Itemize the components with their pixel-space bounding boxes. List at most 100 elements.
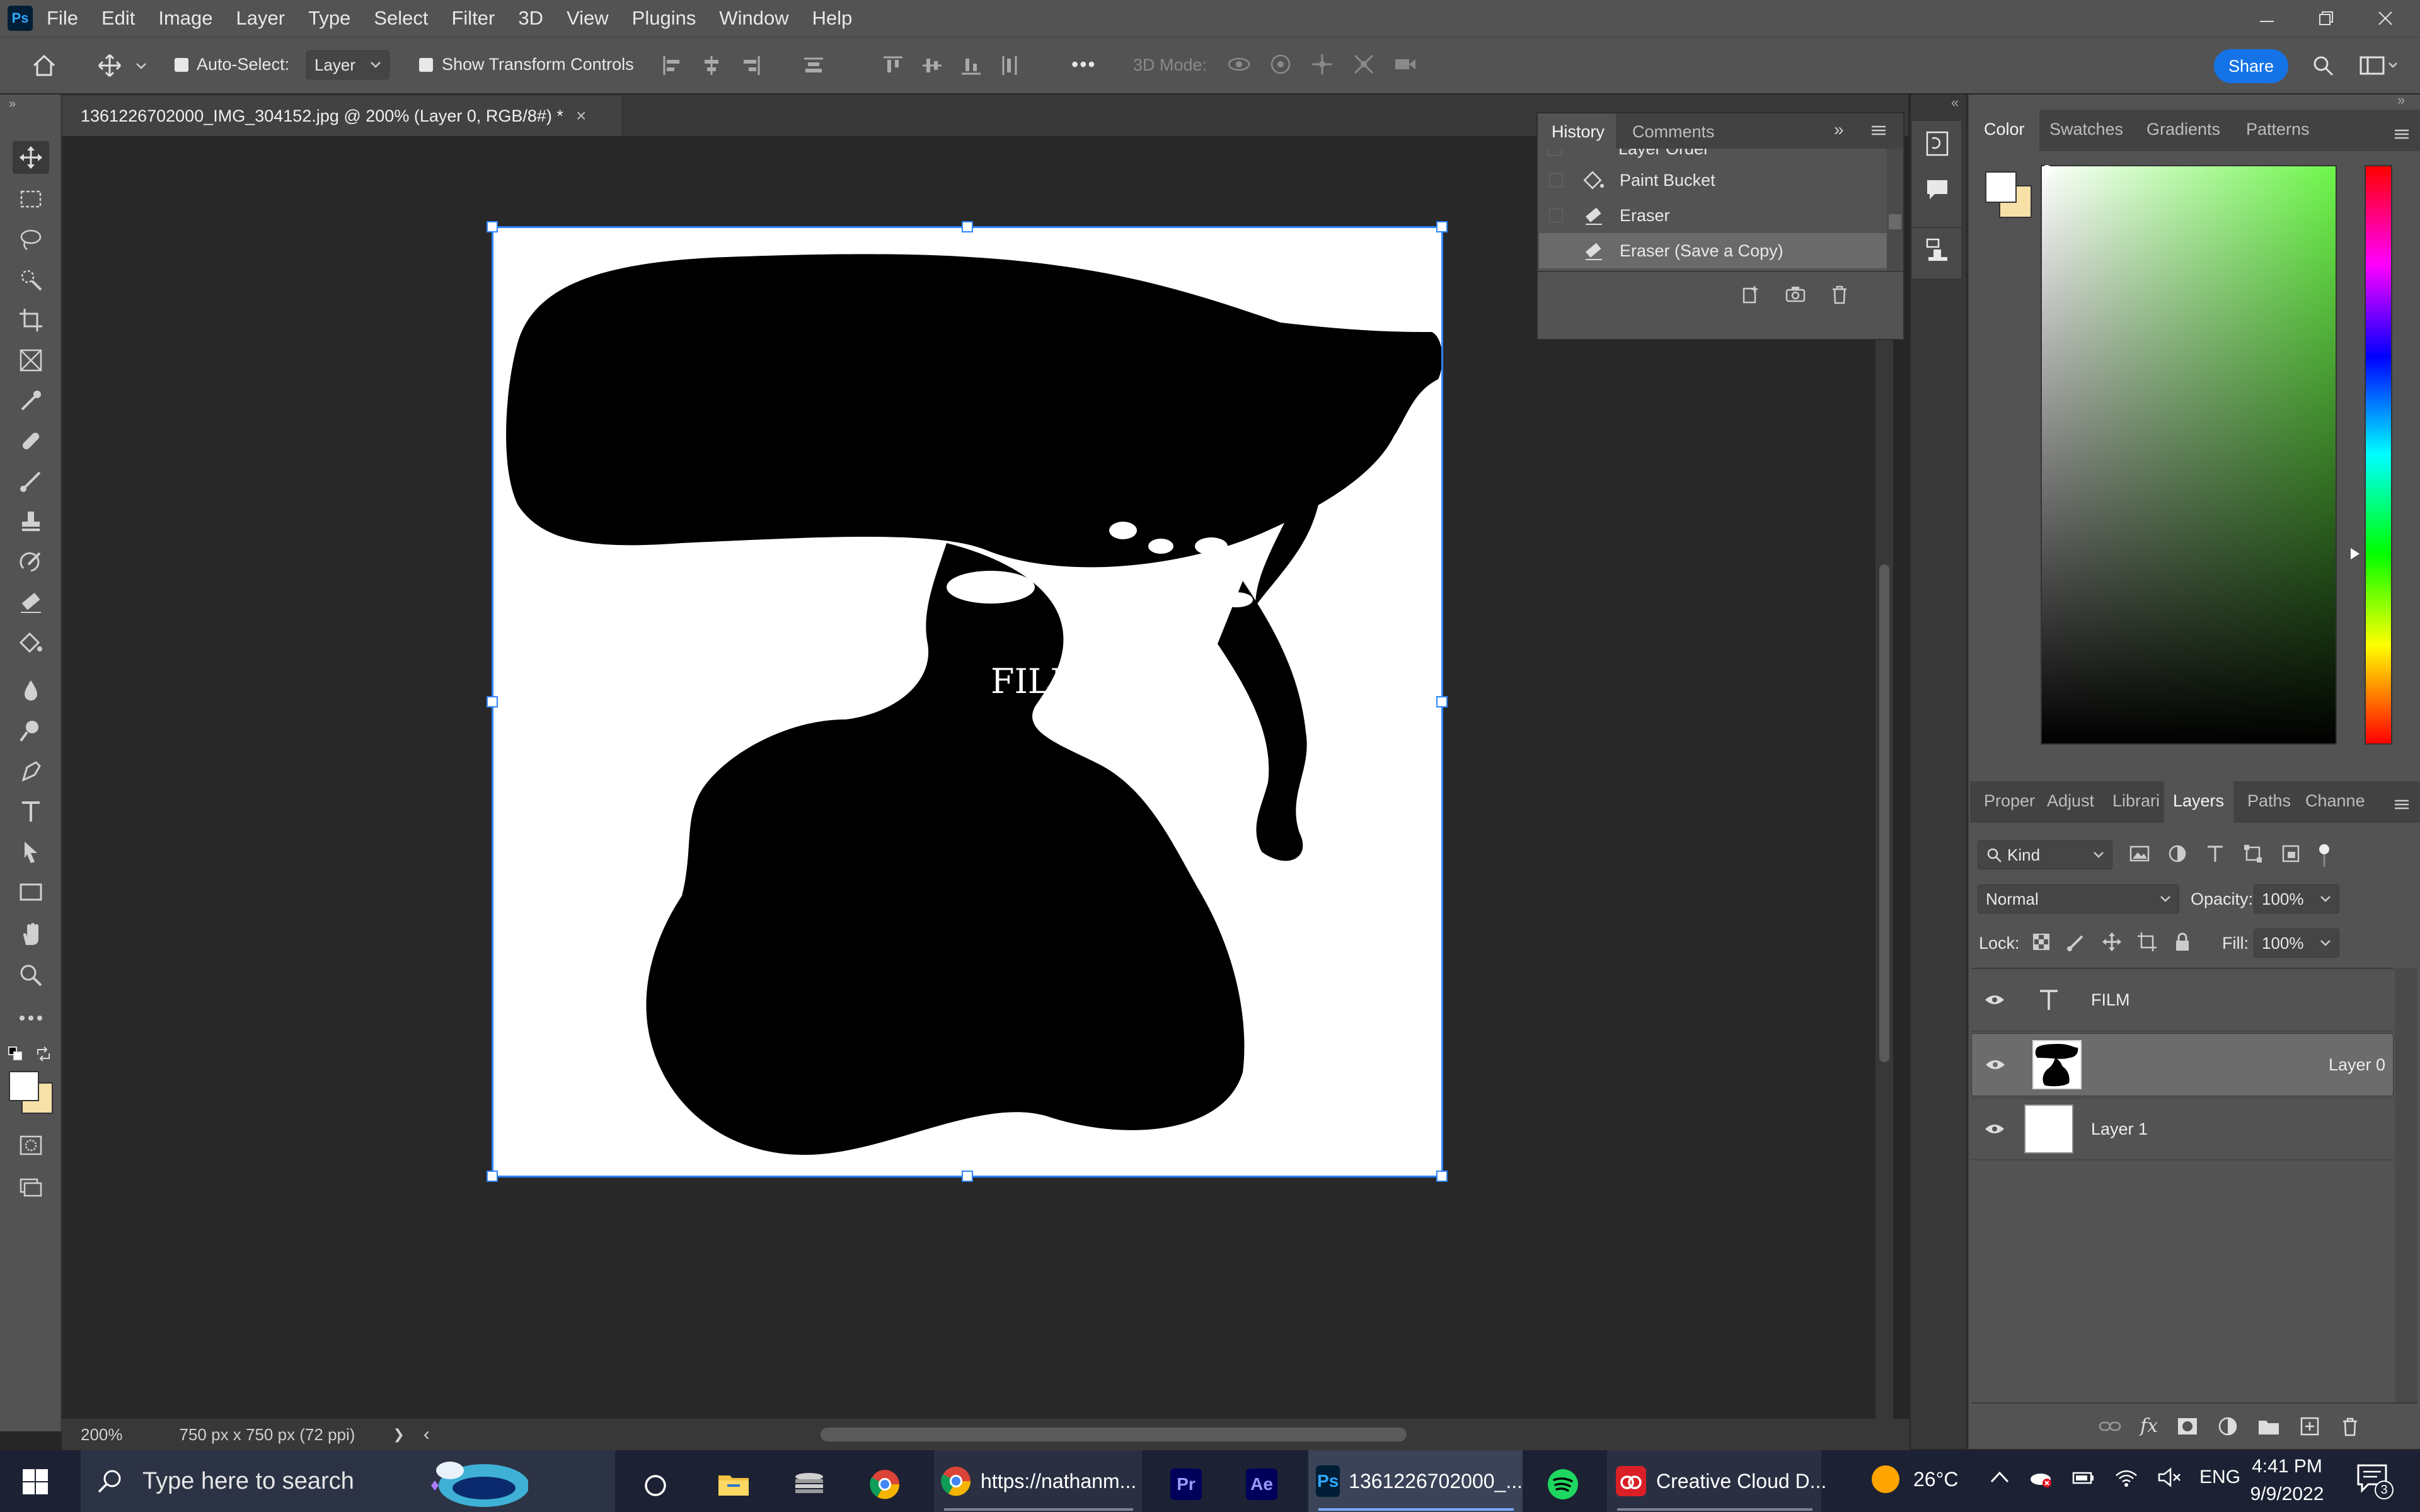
crop-tool[interactable] xyxy=(13,304,49,336)
status-arrow-icon[interactable]: ❯ xyxy=(393,1426,404,1443)
transform-handle[interactable] xyxy=(1436,696,1448,707)
share-button[interactable]: Share xyxy=(2214,49,2288,83)
close-tab-icon[interactable]: × xyxy=(576,106,586,126)
tab-color[interactable]: Color xyxy=(1984,120,2025,139)
taskbar-search[interactable]: Type here to search xyxy=(81,1450,615,1512)
menu-filter[interactable]: Filter xyxy=(451,7,495,30)
expand-toolbar-icon[interactable]: » xyxy=(9,97,16,112)
move-tool[interactable] xyxy=(13,141,49,174)
tab-channels[interactable]: Channe xyxy=(2305,791,2365,811)
minimize-icon[interactable] xyxy=(2257,9,2276,28)
more-options-icon[interactable]: ••• xyxy=(1071,53,1097,76)
layers-scrollbar[interactable] xyxy=(2395,968,2417,1402)
hue-slider[interactable] xyxy=(2365,165,2392,745)
transform-bounding-box[interactable] xyxy=(487,221,1448,1182)
wifi-icon[interactable] xyxy=(2114,1467,2139,1488)
restore-icon[interactable] xyxy=(2317,9,2336,28)
frame-tool[interactable] xyxy=(13,344,49,377)
panel-menu-icon[interactable] xyxy=(2392,795,2411,814)
blend-mode-dropdown[interactable]: Normal xyxy=(1978,885,2179,914)
weather-widget[interactable]: 26°C xyxy=(1869,1463,1959,1496)
filter-toggle-icon[interactable] xyxy=(2318,843,2331,868)
filter-type-icon[interactable] xyxy=(2204,843,2226,868)
camera-icon[interactable] xyxy=(1785,284,1806,305)
after-effects-icon[interactable]: Ae xyxy=(1242,1464,1282,1504)
filter-pixel-icon[interactable] xyxy=(2129,843,2150,868)
task-view-icon[interactable] xyxy=(637,1467,674,1504)
tab-swatches[interactable]: Swatches xyxy=(2049,120,2123,139)
close-icon[interactable] xyxy=(2376,9,2395,28)
new-layer-icon[interactable] xyxy=(2299,1416,2320,1437)
layer-filter-dropdown[interactable]: Kind xyxy=(1978,840,2112,869)
transform-handle[interactable] xyxy=(487,696,498,707)
comments-panel-icon[interactable] xyxy=(1925,176,1950,202)
trash-icon[interactable] xyxy=(1829,284,1850,305)
align-hcenter-icon[interactable] xyxy=(701,55,722,76)
history-brush-tool[interactable] xyxy=(13,546,49,578)
fill-field[interactable]: 100% xyxy=(2254,929,2339,958)
lock-position-icon[interactable] xyxy=(2101,931,2123,953)
history-item-partial[interactable]: Layer Order xyxy=(1538,149,1891,163)
taskbar-creative-cloud-window[interactable]: Creative Cloud D... xyxy=(1607,1450,1826,1512)
distribute-icon[interactable] xyxy=(803,55,824,76)
battery-icon[interactable] xyxy=(2071,1467,2096,1488)
history-item[interactable]: Paint Bucket xyxy=(1539,163,1887,198)
type-tool[interactable] xyxy=(13,795,49,828)
hand-tool[interactable] xyxy=(13,919,49,951)
opacity-field[interactable]: 100% xyxy=(2254,885,2339,914)
chevron-up-icon[interactable] xyxy=(1989,1467,2010,1488)
lock-pixels-icon[interactable] xyxy=(2066,931,2087,953)
marquee-tool[interactable] xyxy=(13,183,49,215)
brush-tool[interactable] xyxy=(13,465,49,498)
auto-select-dropdown[interactable]: Layer xyxy=(306,50,389,79)
eraser-tool[interactable] xyxy=(13,586,49,619)
foreground-color-swatch[interactable] xyxy=(1985,171,2017,203)
tab-history[interactable]: History xyxy=(1552,122,1605,142)
align-top-icon[interactable] xyxy=(882,55,904,76)
workspace-icon[interactable] xyxy=(2357,52,2401,79)
new-document-from-state-icon[interactable] xyxy=(1741,284,1762,305)
taskbar-photoshop-window[interactable]: Ps 1361226702000_... xyxy=(1308,1450,1523,1512)
more-tools-icon[interactable] xyxy=(13,1002,49,1034)
document-tab[interactable]: 1361226702000_IMG_304152.jpg @ 200% (Lay… xyxy=(63,96,621,136)
history-panel-icon[interactable] xyxy=(1925,130,1950,158)
tab-libraries[interactable]: Librari xyxy=(2112,791,2160,811)
onedrive-icon[interactable] xyxy=(2028,1467,2053,1488)
healing-brush-tool[interactable] xyxy=(13,425,49,457)
filter-adjustment-icon[interactable] xyxy=(2167,843,2188,868)
transform-handle[interactable] xyxy=(1436,1171,1448,1182)
history-snapshot-checkbox[interactable] xyxy=(1549,173,1563,187)
path-selection-tool[interactable] xyxy=(13,835,49,868)
paint-bucket-tool[interactable] xyxy=(13,626,49,659)
lasso-tool[interactable] xyxy=(13,223,49,256)
tab-gradients[interactable]: Gradients xyxy=(2146,120,2220,139)
transform-handle[interactable] xyxy=(1436,221,1448,232)
taskbar-chrome-window[interactable]: https://nathanm... xyxy=(934,1450,1142,1512)
filter-shape-icon[interactable] xyxy=(2242,843,2264,868)
stack-app-icon[interactable] xyxy=(789,1464,829,1504)
lock-transparent-icon[interactable] xyxy=(2031,931,2052,953)
menu-3d[interactable]: 3D xyxy=(518,7,543,30)
chevron-down-icon[interactable] xyxy=(132,57,150,76)
language-indicator[interactable]: ENG xyxy=(2199,1467,2240,1488)
new-group-icon[interactable] xyxy=(2257,1417,2280,1436)
show-transform-checkbox[interactable] xyxy=(419,58,433,72)
hue-slider-handle[interactable] xyxy=(2349,547,2361,561)
windows-start-icon[interactable] xyxy=(19,1465,52,1498)
tab-properties[interactable]: Proper xyxy=(1984,791,2035,811)
spotify-icon[interactable] xyxy=(1543,1464,1583,1504)
history-item[interactable]: Eraser xyxy=(1539,198,1887,233)
link-layers-icon[interactable] xyxy=(2099,1419,2121,1434)
3d-orbit-icon[interactable] xyxy=(1226,52,1252,77)
menu-help[interactable]: Help xyxy=(812,7,853,30)
home-icon[interactable] xyxy=(28,50,60,81)
tab-paths[interactable]: Paths xyxy=(2247,791,2291,811)
menu-file[interactable]: File xyxy=(47,7,78,30)
lock-artboard-icon[interactable] xyxy=(2136,931,2158,953)
pen-tool[interactable] xyxy=(13,755,49,788)
dodge-tool[interactable] xyxy=(13,714,49,747)
clone-source-icon[interactable] xyxy=(1925,237,1950,265)
horizontal-scroll-thumb[interactable] xyxy=(820,1428,1407,1441)
history-snapshot-checkbox[interactable] xyxy=(1549,244,1563,258)
notifications-icon[interactable]: 3 xyxy=(2356,1463,2394,1499)
